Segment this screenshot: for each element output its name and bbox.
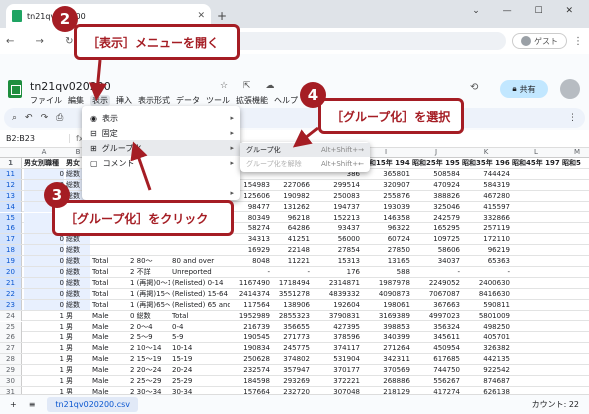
callout-4-text: ［グループ化］を選択 [331, 109, 451, 124]
callout-4-badge: 4 [300, 82, 326, 108]
callout-2: ［表示］メニューを開く [74, 24, 240, 60]
callout-3: ［グループ化］をクリック [52, 200, 234, 236]
arrow-to-group-submenu [292, 126, 319, 148]
callout-2-badge: 2 [52, 6, 78, 32]
arrow-to-group-item [130, 141, 152, 191]
callout-4: ［グループ化］を選択 [318, 98, 464, 134]
callout-2-text: ［表示］メニューを開く [87, 35, 220, 50]
callout-3-text: ［グループ化］をクリック [65, 211, 209, 226]
callout-3-badge: 3 [44, 182, 70, 208]
arrow-to-view-menu [88, 59, 107, 101]
screenshot-root: tn21qv020200 ✕ + ⌄ — ☐ ✕ ← → ↻ ゲスト ⋮ tn2… [0, 0, 589, 414]
